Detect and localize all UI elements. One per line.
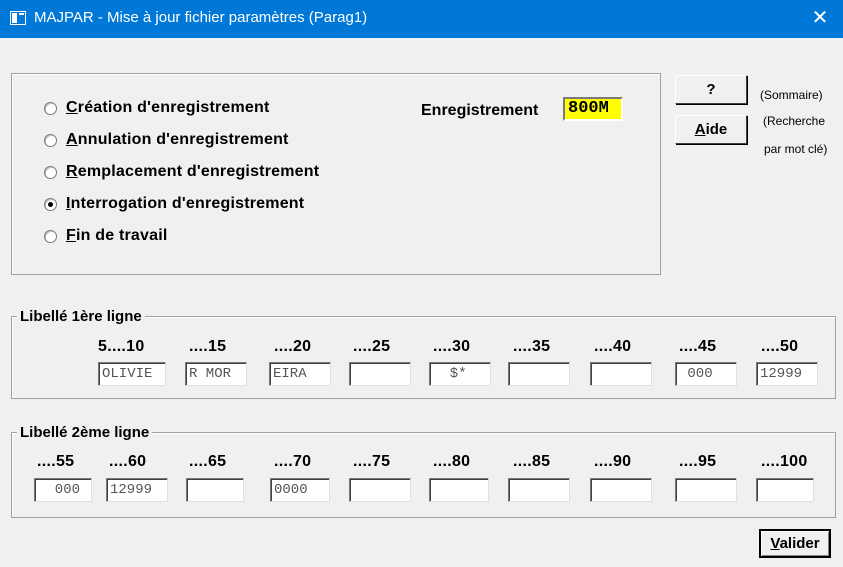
position-label: ....55 bbox=[37, 453, 75, 470]
libelle-ligne2-legend: Libellé 2ème ligne bbox=[17, 424, 153, 441]
libelle1-field-45[interactable]: 000 bbox=[675, 362, 737, 386]
position-label: 5....10 bbox=[98, 338, 145, 355]
radio-annulation[interactable]: Annulation d'enregistrement bbox=[44, 130, 289, 150]
radio-label: Création d'enregistrement bbox=[66, 99, 270, 116]
recherche-hint-2: par mot clé) bbox=[764, 142, 828, 156]
libelle2-field-75[interactable] bbox=[349, 478, 411, 502]
libelle1-field-30[interactable]: $* bbox=[429, 362, 491, 386]
radio-button-selected[interactable] bbox=[44, 197, 57, 211]
position-label: ....45 bbox=[679, 338, 717, 355]
position-label: ....15 bbox=[189, 338, 227, 355]
radio-label: Fin de travail bbox=[66, 227, 168, 244]
libelle2-field-80[interactable] bbox=[429, 478, 489, 502]
libelle2-field-95[interactable] bbox=[675, 478, 737, 502]
aide-button[interactable]: Aide bbox=[675, 115, 747, 144]
radio-button[interactable] bbox=[44, 165, 57, 179]
libelle2-field-60[interactable]: 12999 bbox=[106, 478, 168, 502]
radio-label: Annulation d'enregistrement bbox=[66, 131, 289, 148]
radio-label: Interrogation d'enregistrement bbox=[66, 195, 305, 212]
position-label: ....85 bbox=[513, 453, 551, 470]
position-label: ....70 bbox=[274, 453, 312, 470]
radio-fin-de-travail[interactable]: Fin de travail bbox=[44, 226, 168, 246]
enregistrement-label: Enregistrement bbox=[421, 102, 539, 119]
libelle1-field-40[interactable] bbox=[590, 362, 652, 386]
position-label: ....50 bbox=[761, 338, 799, 355]
position-label: ....20 bbox=[274, 338, 312, 355]
window-title: MAJPAR - Mise à jour fichier paramètres … bbox=[34, 9, 368, 26]
title-bar: MAJPAR - Mise à jour fichier paramètres … bbox=[0, 0, 843, 38]
close-icon[interactable]: ✕ bbox=[797, 0, 843, 38]
position-label: ....95 bbox=[679, 453, 717, 470]
libelle-ligne1-legend: Libellé 1ère ligne bbox=[17, 308, 145, 325]
libelle-ligne1-group bbox=[11, 316, 836, 399]
position-label: ....65 bbox=[189, 453, 227, 470]
radio-remplacement[interactable]: Remplacement d'enregistrement bbox=[44, 162, 319, 182]
enregistrement-input[interactable]: 800M bbox=[563, 97, 623, 121]
sommaire-hint: (Sommaire) bbox=[760, 88, 823, 102]
radio-label: Remplacement d'enregistrement bbox=[66, 163, 320, 180]
recherche-hint: (Recherche bbox=[763, 114, 826, 128]
position-label: ....35 bbox=[513, 338, 551, 355]
libelle1-field-50[interactable]: 12999 bbox=[756, 362, 818, 386]
libelle2-field-100[interactable] bbox=[756, 478, 814, 502]
libelle1-field-15[interactable]: R MOR bbox=[185, 362, 247, 386]
libelle2-field-70[interactable]: 0000 bbox=[270, 478, 330, 502]
help-button[interactable]: ? bbox=[675, 75, 747, 104]
radio-creation[interactable]: Création d'enregistrement bbox=[44, 98, 270, 118]
position-label: ....90 bbox=[594, 453, 632, 470]
position-label: ....40 bbox=[594, 338, 632, 355]
libelle2-field-90[interactable] bbox=[590, 478, 652, 502]
libelle2-field-65[interactable] bbox=[186, 478, 244, 502]
libelle1-field-35[interactable] bbox=[508, 362, 570, 386]
position-label: ....80 bbox=[433, 453, 471, 470]
radio-button[interactable] bbox=[44, 101, 57, 115]
position-label: ....30 bbox=[433, 338, 471, 355]
libelle-ligne2-group bbox=[11, 432, 836, 518]
radio-button[interactable] bbox=[44, 229, 57, 243]
libelle1-field-10[interactable]: OLIVIE bbox=[98, 362, 166, 386]
radio-button[interactable] bbox=[44, 133, 57, 147]
radio-interrogation[interactable]: Interrogation d'enregistrement bbox=[44, 194, 304, 214]
position-label: ....25 bbox=[353, 338, 391, 355]
valider-button[interactable]: Valider bbox=[759, 529, 831, 558]
libelle1-field-25[interactable] bbox=[349, 362, 411, 386]
position-label: ....100 bbox=[761, 453, 808, 470]
app-icon bbox=[10, 11, 26, 25]
libelle2-field-55[interactable]: 000 bbox=[34, 478, 92, 502]
position-label: ....75 bbox=[353, 453, 391, 470]
position-label: ....60 bbox=[109, 453, 147, 470]
libelle1-field-20[interactable]: EIRA bbox=[269, 362, 331, 386]
libelle2-field-85[interactable] bbox=[508, 478, 570, 502]
